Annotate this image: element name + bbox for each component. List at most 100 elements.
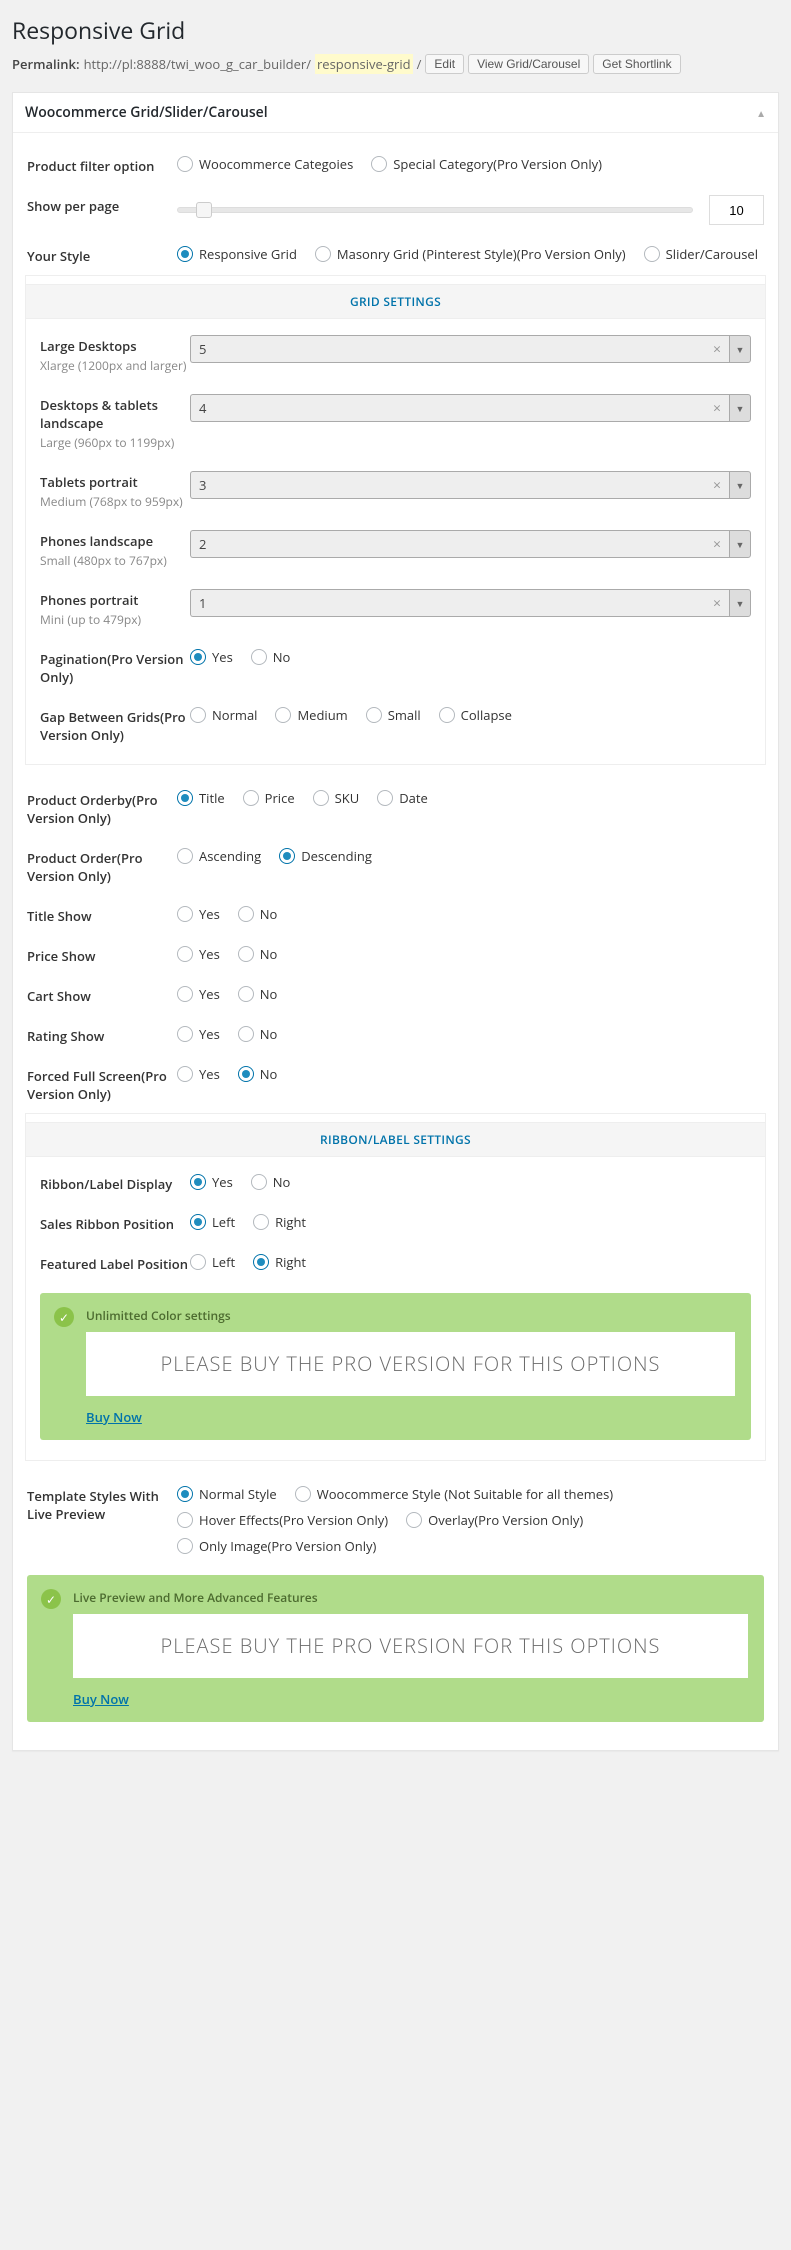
- view-grid-button[interactable]: View Grid/Carousel: [468, 54, 589, 74]
- radio-option[interactable]: No: [251, 648, 291, 666]
- radio-option[interactable]: Masonry Grid (Pinterest Style)(Pro Versi…: [315, 245, 626, 263]
- radio-option[interactable]: Yes: [177, 1065, 220, 1083]
- chevron-down-icon[interactable]: ▼: [729, 335, 751, 363]
- radio-icon[interactable]: [190, 1254, 206, 1270]
- radio-icon[interactable]: [238, 986, 254, 1002]
- radio-option[interactable]: No: [238, 945, 278, 963]
- radio-option[interactable]: Yes: [177, 945, 220, 963]
- radio-option[interactable]: Normal Style: [177, 1485, 277, 1503]
- radio-option[interactable]: Responsive Grid: [177, 245, 297, 263]
- radio-option[interactable]: Yes: [190, 648, 233, 666]
- radio-option[interactable]: Woocommerce Style (Not Suitable for all …: [295, 1485, 613, 1503]
- desktops-tablets-select[interactable]: 4×▼: [190, 394, 751, 422]
- radio-option[interactable]: Yes: [177, 905, 220, 923]
- tablets-portrait-select[interactable]: 3×▼: [190, 471, 751, 499]
- radio-option[interactable]: Right: [253, 1253, 306, 1271]
- radio-icon[interactable]: [238, 906, 254, 922]
- radio-icon[interactable]: [190, 1214, 206, 1230]
- radio-icon[interactable]: [366, 707, 382, 723]
- radio-icon[interactable]: [177, 946, 193, 962]
- radio-option[interactable]: Special Category(Pro Version Only): [371, 155, 602, 173]
- clear-icon[interactable]: ×: [713, 340, 721, 359]
- radio-icon[interactable]: [439, 707, 455, 723]
- chevron-down-icon[interactable]: ▼: [729, 394, 751, 422]
- per-page-input[interactable]: [709, 195, 764, 225]
- permalink-slug[interactable]: responsive-grid: [315, 54, 413, 74]
- radio-icon[interactable]: [238, 1026, 254, 1042]
- radio-icon[interactable]: [177, 246, 193, 262]
- radio-icon[interactable]: [177, 986, 193, 1002]
- radio-icon[interactable]: [371, 156, 387, 172]
- chevron-down-icon[interactable]: ▼: [729, 589, 751, 617]
- radio-option[interactable]: Yes: [190, 1173, 233, 1191]
- metabox-header[interactable]: Woocommerce Grid/Slider/Carousel ▲: [13, 93, 778, 133]
- radio-icon[interactable]: [177, 906, 193, 922]
- toggle-icon[interactable]: ▲: [756, 106, 766, 120]
- radio-icon[interactable]: [377, 790, 393, 806]
- radio-icon[interactable]: [177, 1066, 193, 1082]
- radio-icon[interactable]: [238, 946, 254, 962]
- radio-option[interactable]: No: [251, 1173, 291, 1191]
- radio-option[interactable]: Price: [243, 789, 295, 807]
- chevron-down-icon[interactable]: ▼: [729, 530, 751, 558]
- chevron-down-icon[interactable]: ▼: [729, 471, 751, 499]
- radio-icon[interactable]: [177, 1486, 193, 1502]
- radio-icon[interactable]: [253, 1254, 269, 1270]
- radio-icon[interactable]: [177, 790, 193, 806]
- radio-icon[interactable]: [177, 1538, 193, 1554]
- radio-option[interactable]: Only Image(Pro Version Only): [177, 1537, 376, 1555]
- radio-option[interactable]: No: [238, 1065, 278, 1083]
- radio-option[interactable]: SKU: [313, 789, 360, 807]
- radio-icon[interactable]: [177, 848, 193, 864]
- radio-icon[interactable]: [190, 1174, 206, 1190]
- radio-option[interactable]: Small: [366, 706, 421, 724]
- radio-icon[interactable]: [315, 246, 331, 262]
- radio-icon[interactable]: [406, 1512, 422, 1528]
- radio-icon[interactable]: [177, 1026, 193, 1042]
- radio-option[interactable]: Slider/Carousel: [644, 245, 758, 263]
- buy-now-link[interactable]: Buy Now: [86, 1408, 142, 1426]
- radio-icon[interactable]: [243, 790, 259, 806]
- radio-option[interactable]: Descending: [279, 847, 372, 865]
- radio-option[interactable]: Ascending: [177, 847, 261, 865]
- radio-option[interactable]: Left: [190, 1213, 235, 1231]
- radio-option[interactable]: Yes: [177, 985, 220, 1003]
- clear-icon[interactable]: ×: [713, 535, 721, 554]
- radio-icon[interactable]: [251, 1174, 267, 1190]
- radio-option[interactable]: No: [238, 905, 278, 923]
- radio-icon[interactable]: [190, 707, 206, 723]
- clear-icon[interactable]: ×: [713, 399, 721, 418]
- radio-option[interactable]: No: [238, 1025, 278, 1043]
- clear-icon[interactable]: ×: [713, 476, 721, 495]
- radio-icon[interactable]: [253, 1214, 269, 1230]
- radio-icon[interactable]: [313, 790, 329, 806]
- per-page-slider[interactable]: [177, 207, 693, 213]
- radio-icon[interactable]: [177, 1512, 193, 1528]
- buy-now-link[interactable]: Buy Now: [73, 1690, 129, 1708]
- radio-icon[interactable]: [190, 649, 206, 665]
- large-desktops-select[interactable]: 5×▼: [190, 335, 751, 363]
- radio-option[interactable]: Woocommerce Categoies: [177, 155, 353, 173]
- radio-icon[interactable]: [644, 246, 660, 262]
- radio-option[interactable]: Title: [177, 789, 225, 807]
- radio-icon[interactable]: [295, 1486, 311, 1502]
- radio-option[interactable]: Normal: [190, 706, 257, 724]
- radio-option[interactable]: Right: [253, 1213, 306, 1231]
- edit-permalink-button[interactable]: Edit: [425, 54, 464, 74]
- radio-option[interactable]: No: [238, 985, 278, 1003]
- radio-icon[interactable]: [275, 707, 291, 723]
- radio-option[interactable]: Hover Effects(Pro Version Only): [177, 1511, 388, 1529]
- radio-option[interactable]: Date: [377, 789, 428, 807]
- clear-icon[interactable]: ×: [713, 594, 721, 613]
- radio-option[interactable]: Medium: [275, 706, 347, 724]
- radio-option[interactable]: Yes: [177, 1025, 220, 1043]
- phones-landscape-select[interactable]: 2×▼: [190, 530, 751, 558]
- radio-icon[interactable]: [279, 848, 295, 864]
- radio-option[interactable]: Overlay(Pro Version Only): [406, 1511, 583, 1529]
- radio-icon[interactable]: [238, 1066, 254, 1082]
- radio-option[interactable]: Left: [190, 1253, 235, 1271]
- get-shortlink-button[interactable]: Get Shortlink: [593, 54, 680, 74]
- radio-icon[interactable]: [251, 649, 267, 665]
- phones-portrait-select[interactable]: 1×▼: [190, 589, 751, 617]
- radio-option[interactable]: Collapse: [439, 706, 512, 724]
